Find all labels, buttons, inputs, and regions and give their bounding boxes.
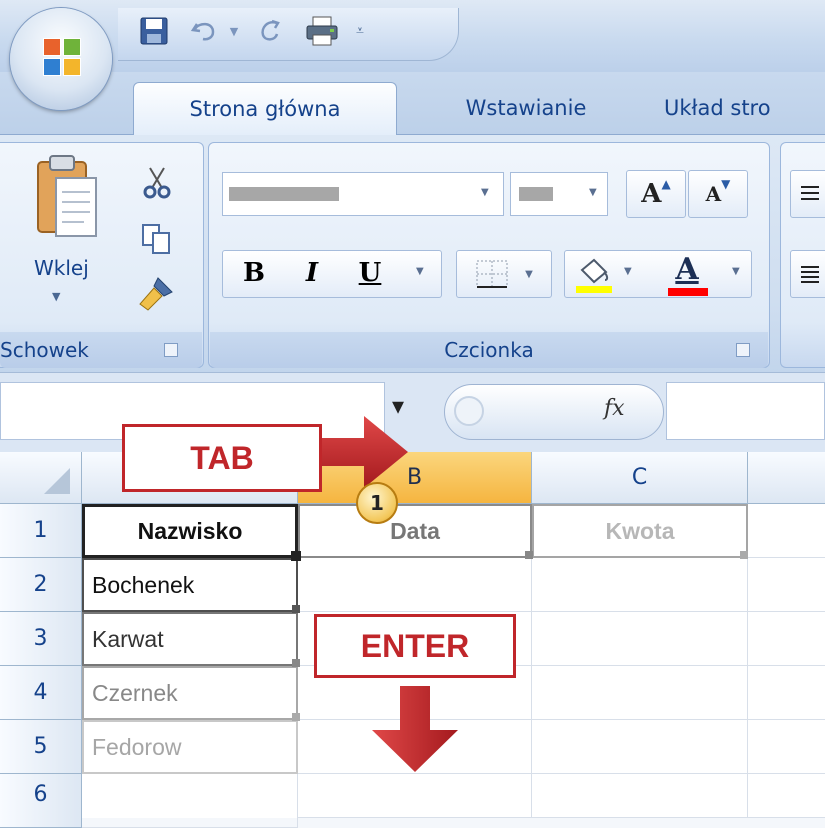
- font-launcher-icon[interactable]: [736, 343, 750, 357]
- italic-button[interactable]: I: [290, 258, 334, 292]
- fill-handle-a2[interactable]: [292, 605, 300, 613]
- paste-dropdown-icon[interactable]: ▼: [52, 290, 60, 303]
- borders-button[interactable]: ▼: [456, 250, 552, 298]
- cell-c1[interactable]: Kwota: [532, 504, 748, 558]
- redo-icon[interactable]: [252, 14, 288, 48]
- paste-icon[interactable]: [34, 152, 100, 242]
- bold-button[interactable]: B: [232, 258, 276, 292]
- underline-dropdown-icon[interactable]: ▼: [416, 266, 424, 277]
- cell-a1[interactable]: Nazwisko: [82, 504, 298, 558]
- select-all-icon: [44, 468, 70, 494]
- font-color-icon[interactable]: A: [664, 252, 710, 296]
- cell-b2[interactable]: [298, 558, 532, 612]
- cell-a2[interactable]: Bochenek: [82, 558, 298, 612]
- cell-a3[interactable]: Karwat: [82, 612, 298, 666]
- row-header-1[interactable]: 1: [0, 504, 82, 558]
- arrow-right-icon: [322, 412, 412, 492]
- row-header-3[interactable]: 3: [0, 612, 82, 666]
- print-icon[interactable]: [302, 14, 342, 48]
- fill-handle-c1[interactable]: [740, 551, 748, 559]
- fill-handle-a1[interactable]: [291, 551, 301, 561]
- office-button-icon: [43, 38, 83, 78]
- cancel-formula-icon[interactable]: [454, 396, 484, 426]
- font-color-letter: A: [675, 252, 699, 287]
- arrow-down-icon: [370, 686, 460, 776]
- format-painter-icon[interactable]: [136, 274, 176, 314]
- tab-insert[interactable]: Wstawianie: [426, 82, 626, 134]
- cell-a5[interactable]: Fedorow: [82, 720, 298, 774]
- align-left-button[interactable]: [790, 250, 825, 298]
- customize-qat-icon[interactable]: ⩡: [350, 14, 370, 48]
- align-top-button[interactable]: [790, 170, 825, 218]
- shrink-font-button[interactable]: A ▼: [688, 170, 748, 218]
- align-left-icon: [801, 266, 819, 283]
- underline-button[interactable]: U: [348, 258, 392, 292]
- fill-handle-a3[interactable]: [292, 659, 300, 667]
- borders-dropdown-icon[interactable]: ▼: [525, 269, 533, 280]
- cell-c6[interactable]: [532, 774, 748, 818]
- align-icon: [801, 186, 819, 200]
- column-header-d[interactable]: [748, 452, 825, 504]
- font-group-title: Czcionka: [444, 338, 534, 362]
- copy-icon[interactable]: [140, 222, 174, 256]
- cell-b1[interactable]: Data: [298, 504, 532, 558]
- shrink-font-label: A: [705, 182, 722, 206]
- cell-c2[interactable]: [532, 558, 748, 612]
- font-name-value: [229, 187, 339, 201]
- grow-font-button[interactable]: A ▲: [626, 170, 686, 218]
- row-header-6[interactable]: 6: [0, 774, 82, 828]
- row-header-5[interactable]: 5: [0, 720, 82, 774]
- save-icon[interactable]: [136, 14, 172, 48]
- cell-d6[interactable]: [748, 774, 825, 818]
- fill-color-icon[interactable]: [574, 256, 614, 294]
- paste-button-label[interactable]: Wklej: [34, 256, 114, 286]
- fill-handle-b1[interactable]: [525, 551, 533, 559]
- undo-icon[interactable]: [186, 14, 222, 48]
- cell-a4[interactable]: Czernek: [82, 666, 298, 720]
- cell-d1[interactable]: [748, 504, 825, 558]
- tab-home[interactable]: Strona główna: [133, 82, 397, 135]
- fill-color-dropdown-icon[interactable]: ▼: [624, 266, 632, 277]
- undo-dropdown-icon[interactable]: ▼: [226, 14, 242, 48]
- clipboard-group-title: Schowek: [0, 338, 89, 362]
- cell-d2[interactable]: [748, 558, 825, 612]
- row-header-4[interactable]: 4: [0, 666, 82, 720]
- cell-b6[interactable]: [298, 774, 532, 818]
- font-color-dropdown-icon[interactable]: ▼: [732, 266, 740, 277]
- office-button[interactable]: [10, 8, 112, 110]
- cell-c5[interactable]: [532, 720, 748, 774]
- font-size-dropdown-icon[interactable]: ▼: [589, 187, 597, 198]
- formula-input[interactable]: [666, 382, 825, 440]
- font-color-swatch: [668, 288, 708, 296]
- row-header-2[interactable]: 2: [0, 558, 82, 612]
- cell-c3[interactable]: [532, 612, 748, 666]
- cell-d4[interactable]: [748, 666, 825, 720]
- cell-d3[interactable]: [748, 612, 825, 666]
- clipboard-launcher-icon[interactable]: [164, 343, 178, 357]
- enter-callout: ENTER: [314, 614, 516, 678]
- tab-callout: TAB: [122, 424, 322, 492]
- font-size-value: [519, 187, 553, 201]
- cut-icon[interactable]: [140, 166, 174, 200]
- column-header-c[interactable]: C: [532, 452, 748, 504]
- border-icon: [476, 260, 508, 288]
- font-name-combo[interactable]: ▼: [222, 172, 504, 216]
- cell-c4[interactable]: [532, 666, 748, 720]
- font-name-dropdown-icon[interactable]: ▼: [481, 187, 489, 198]
- grow-font-label: A: [641, 179, 662, 209]
- step-badge: 1: [356, 482, 398, 524]
- font-group-label: Czcionka: [210, 332, 768, 368]
- font-size-combo[interactable]: ▼: [510, 172, 608, 216]
- cell-d5[interactable]: [748, 720, 825, 774]
- fill-handle-a4[interactable]: [292, 713, 300, 721]
- cell-a6[interactable]: [82, 774, 298, 828]
- tab-page-layout[interactable]: Układ stro: [664, 82, 825, 134]
- insert-function-button[interactable]: fx: [604, 396, 625, 421]
